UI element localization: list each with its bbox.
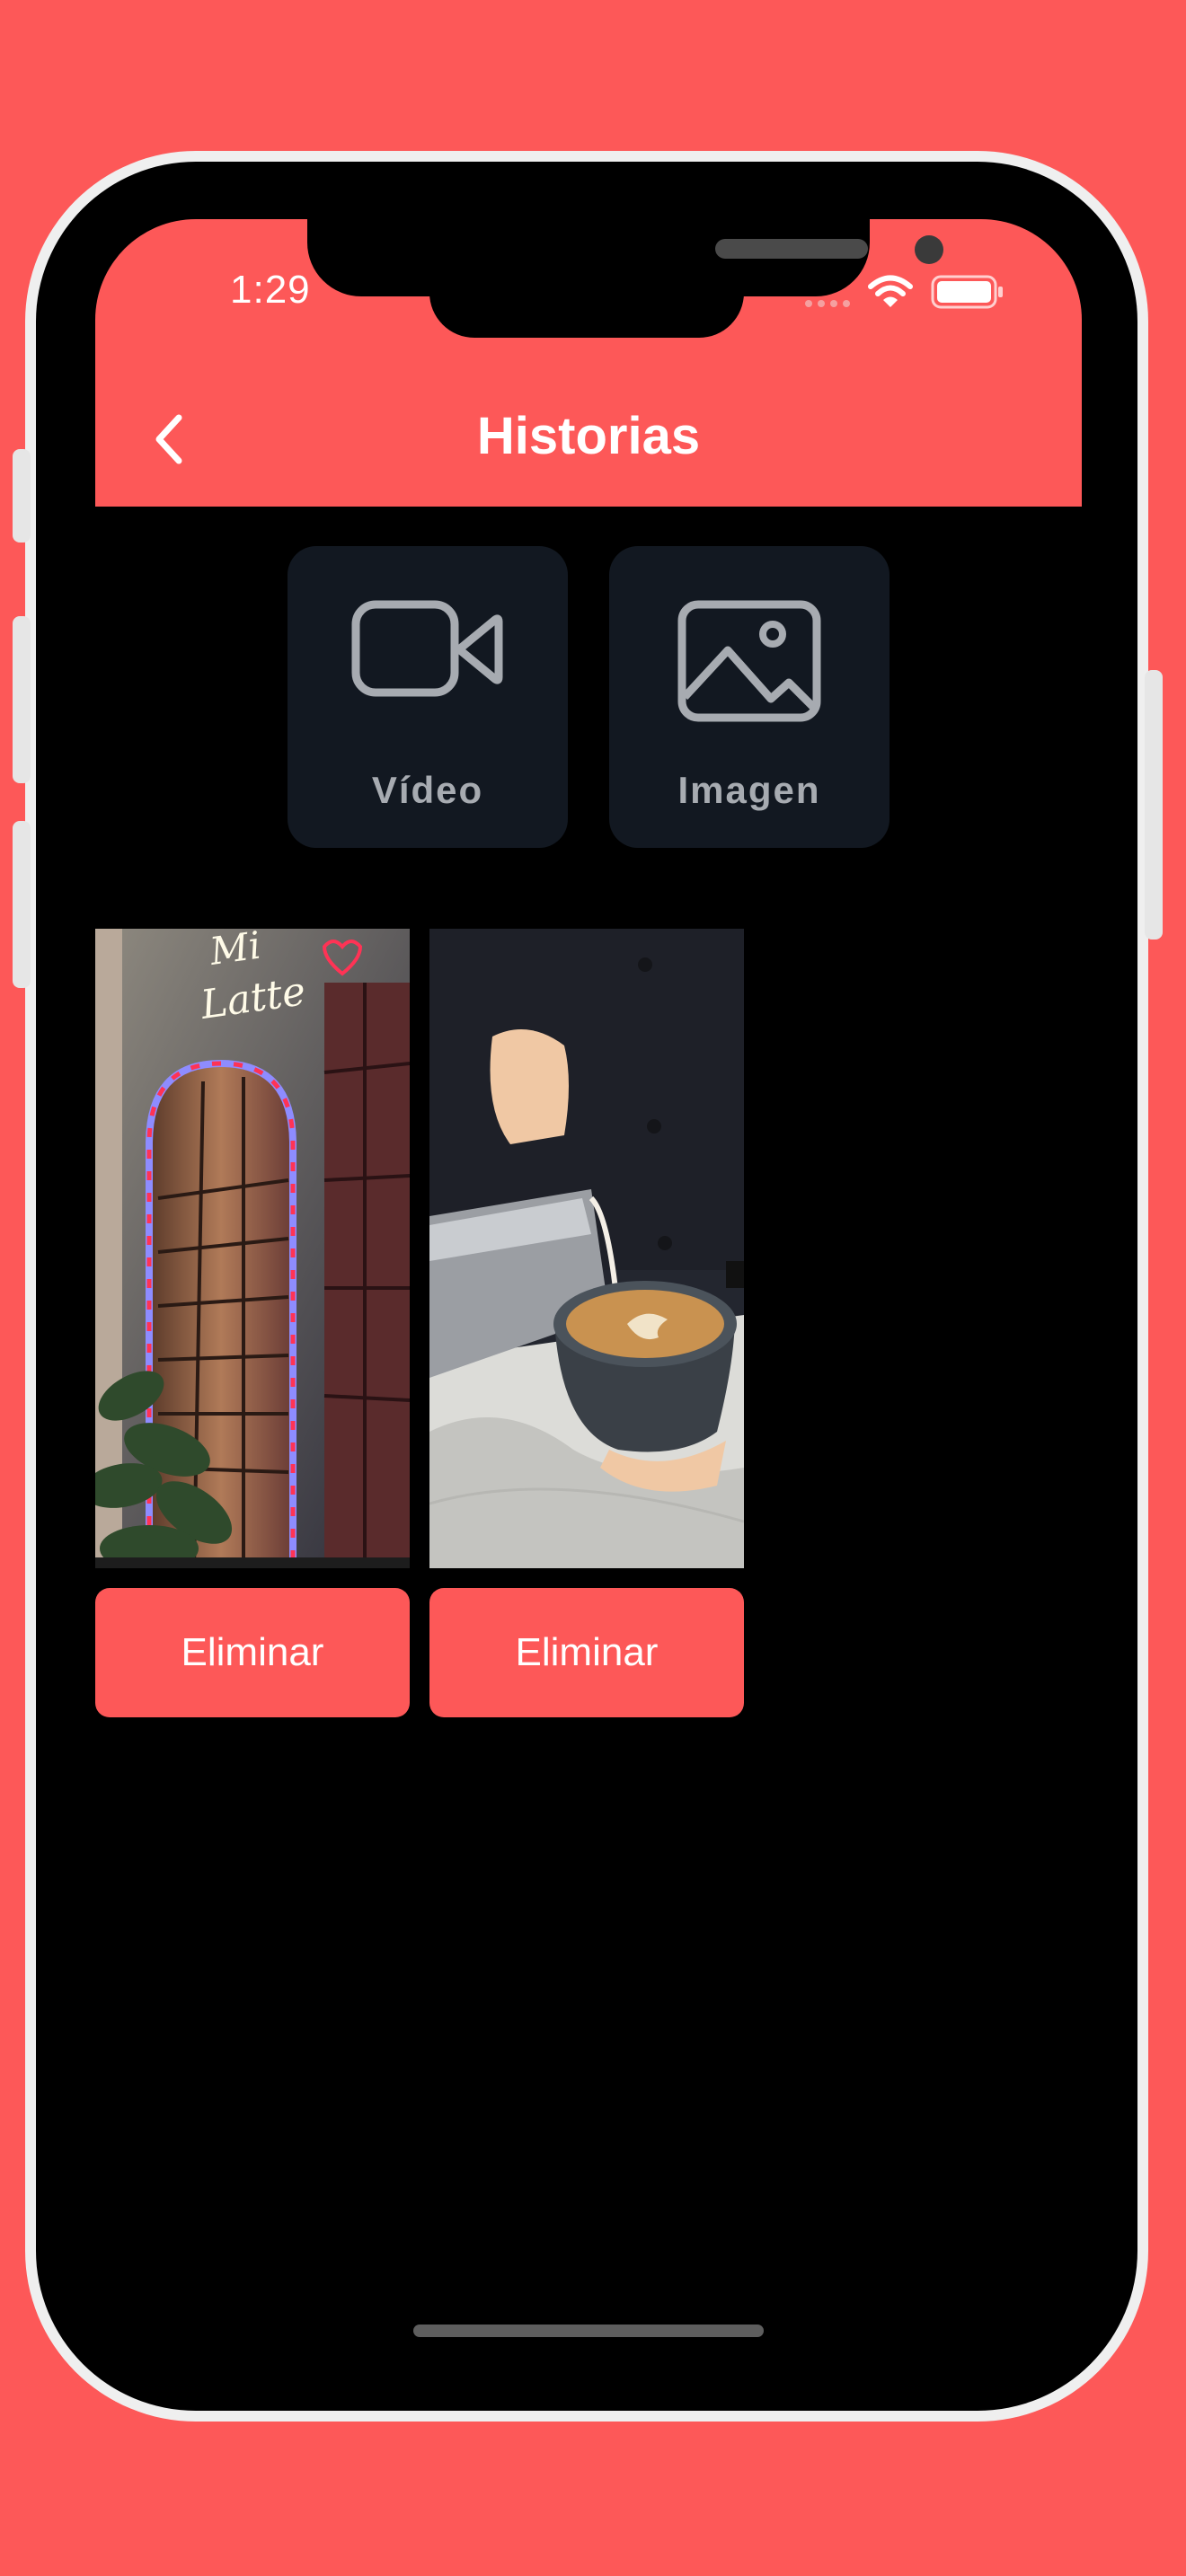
delete-story-button[interactable]: Eliminar bbox=[95, 1588, 410, 1717]
svg-text:Mi: Mi bbox=[207, 929, 264, 974]
power-button bbox=[1145, 670, 1163, 940]
story-image-neon-wall: Mi Latte bbox=[95, 929, 410, 1568]
wifi-icon bbox=[868, 275, 913, 315]
battery-icon bbox=[931, 275, 1005, 313]
video-camera-icon bbox=[351, 600, 503, 697]
volume-up-button bbox=[13, 616, 31, 783]
device-notch bbox=[307, 219, 943, 296]
image-icon bbox=[677, 600, 821, 722]
front-camera bbox=[915, 235, 943, 264]
delete-story-button[interactable]: Eliminar bbox=[429, 1588, 744, 1717]
add-video-button[interactable]: Vídeo bbox=[288, 546, 568, 848]
home-indicator[interactable] bbox=[413, 2325, 764, 2337]
story-thumbnail[interactable]: Mi Latte bbox=[95, 929, 410, 1568]
volume-down-button bbox=[13, 821, 31, 988]
device-notch-lower bbox=[429, 291, 744, 338]
earpiece-speaker bbox=[715, 239, 868, 259]
add-video-label: Vídeo bbox=[371, 769, 484, 811]
story-thumbnail[interactable] bbox=[429, 929, 744, 1568]
mute-switch bbox=[13, 449, 31, 543]
story-image-latte-pour bbox=[429, 929, 744, 1568]
page-title: Historias bbox=[476, 407, 701, 465]
cellular-signal-icon bbox=[805, 300, 850, 307]
add-image-label: Imagen bbox=[677, 769, 821, 811]
app-screen: 1:29 Historias Vídeo Imagen Mi Latte Eli… bbox=[95, 219, 1082, 2360]
add-image-button[interactable]: Imagen bbox=[609, 546, 890, 848]
